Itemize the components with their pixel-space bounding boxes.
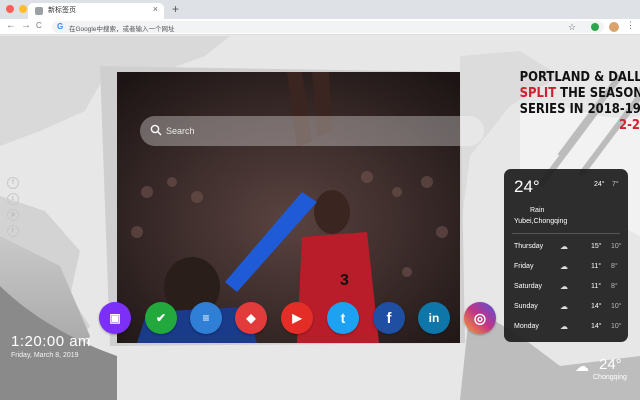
corner-weather-temp: 24° (599, 356, 622, 373)
hero-basketball-photo: 3 (117, 72, 460, 343)
search-icon (150, 124, 162, 136)
instagram-app[interactable]: ◎ (464, 302, 496, 334)
forecast-row: Thursday ☁ 15° 10° (514, 242, 624, 263)
clock-date: Friday, March 8, 2019 (11, 352, 79, 359)
tasks-app[interactable]: ✔ (145, 302, 177, 334)
weather-low-temp: 7° (612, 181, 619, 188)
google-icon: G (57, 22, 64, 31)
forecast-low: 8° (611, 283, 618, 290)
cloud-rain-icon: ☁ (560, 322, 568, 331)
weather-location: Yubei,Chongqing (514, 218, 568, 225)
headline-line-2: SPLIT THE SEASON (520, 85, 640, 101)
cloud-rain-icon: ☁ (575, 358, 589, 374)
weather-current-temp: 24° (514, 177, 540, 196)
close-window-button[interactable] (6, 5, 14, 13)
forward-button[interactable]: → (21, 20, 31, 31)
address-bar[interactable]: G 在Google中搜索，或者输入一个网址 ☆ (52, 21, 604, 33)
headline-line-3: SERIES IN 2018-19 (519, 101, 640, 117)
browser-window: 新标签页 × + ← → C G 在Google中搜索，或者输入一个网址 ☆ ⋮ (0, 0, 640, 400)
search-input[interactable] (166, 122, 466, 140)
corner-weather-location: Chongqing (593, 374, 627, 381)
search-bar[interactable] (140, 116, 484, 146)
bookmark-star-icon[interactable]: ☆ (568, 22, 576, 33)
cloud-rain-icon: ☁ (560, 262, 568, 271)
cloud-rain-icon: ☁ (560, 302, 568, 311)
facebook-icon[interactable]: f (7, 177, 19, 189)
tab-favicon-icon (35, 7, 43, 15)
forecast-low: 10° (611, 323, 622, 330)
forecast-day: Thursday (514, 243, 544, 250)
youtube-app[interactable]: ▶ (281, 302, 313, 334)
reload-button[interactable]: C (36, 21, 42, 30)
corner-weather[interactable]: ☁ 24° Chongqing (575, 356, 635, 386)
forecast-row: Saturday ☁ 11° 8° (514, 282, 624, 303)
forecast-low: 10° (611, 243, 622, 250)
back-button[interactable]: ← (6, 20, 16, 31)
twitter-app[interactable]: t (327, 302, 359, 334)
twitter-icon[interactable]: t (7, 193, 19, 205)
linkedin-app[interactable]: in (418, 302, 450, 334)
notes-app[interactable]: ≡ (190, 302, 222, 334)
games-app[interactable]: ◆ (235, 302, 267, 334)
photo-editor-app[interactable]: ▣ (99, 302, 131, 334)
new-tab-page: 3 PORTLAND & DALLAS SPLIT THE SEASON SER… (0, 36, 640, 400)
cloud-rain-icon: ☁ (560, 242, 568, 251)
minimize-window-button[interactable] (19, 5, 27, 13)
forecast-row: Monday ☁ 14° 10° (514, 322, 624, 343)
weather-forecast-list: Thursday ☁ 15° 10° Friday ☁ 11° 8° Satur… (514, 242, 624, 343)
weather-high-temp: 24° (594, 181, 605, 188)
headline-line-2-rest: THE SEASON (556, 85, 640, 101)
headline-score: 2-2 (619, 117, 640, 133)
headline-line-1: PORTLAND & DALLAS (519, 69, 640, 85)
cloud-rain-icon: ☁ (560, 282, 568, 291)
forecast-day: Sunday (514, 303, 538, 310)
tab-new-tab[interactable]: 新标签页 × (28, 3, 164, 19)
forecast-low: 10° (611, 303, 622, 310)
pinterest-icon[interactable]: p (7, 209, 19, 221)
new-tab-button[interactable]: + (172, 2, 179, 16)
extension-icon[interactable] (591, 23, 599, 31)
forecast-row: Friday ☁ 11° 8° (514, 262, 624, 283)
forecast-high: 11° (591, 283, 602, 290)
weather-widget[interactable]: 24° 24° 7° Rain Yubei,Chongqing Thursday… (504, 169, 628, 342)
forecast-row: Sunday ☁ 14° 10° (514, 302, 624, 323)
side-social-links: f t p r (7, 177, 19, 237)
forecast-high: 11° (591, 263, 602, 270)
browser-toolbar: ← → C G 在Google中搜索，或者输入一个网址 ☆ ⋮ (0, 19, 640, 35)
forecast-high: 15° (591, 243, 602, 250)
clock-time: 1:20:00 am (11, 333, 92, 350)
tab-close-icon[interactable]: × (153, 4, 158, 14)
forecast-day: Saturday (514, 283, 543, 290)
forecast-day: Friday (514, 263, 534, 270)
basketball-scene: 3 (117, 72, 460, 343)
forecast-day: Monday (514, 323, 539, 330)
reddit-icon[interactable]: r (7, 225, 19, 237)
tab-strip: 新标签页 × + (0, 0, 640, 19)
address-bar-placeholder: 在Google中搜索，或者输入一个网址 (69, 26, 175, 33)
svg-text:3: 3 (340, 272, 349, 289)
headline-text: PORTLAND & DALLAS SPLIT THE SEASON SERIE… (520, 69, 640, 133)
profile-avatar[interactable] (609, 22, 619, 32)
weather-divider (512, 233, 620, 234)
forecast-high: 14° (591, 303, 602, 310)
forecast-low: 8° (611, 263, 618, 270)
headline-highlight: SPLIT (519, 85, 557, 101)
facebook-app[interactable]: f (373, 302, 405, 334)
browser-menu-icon[interactable]: ⋮ (626, 20, 635, 31)
forecast-high: 14° (591, 323, 602, 330)
tab-title: 新标签页 (48, 7, 76, 14)
weather-condition: Rain (530, 207, 545, 214)
